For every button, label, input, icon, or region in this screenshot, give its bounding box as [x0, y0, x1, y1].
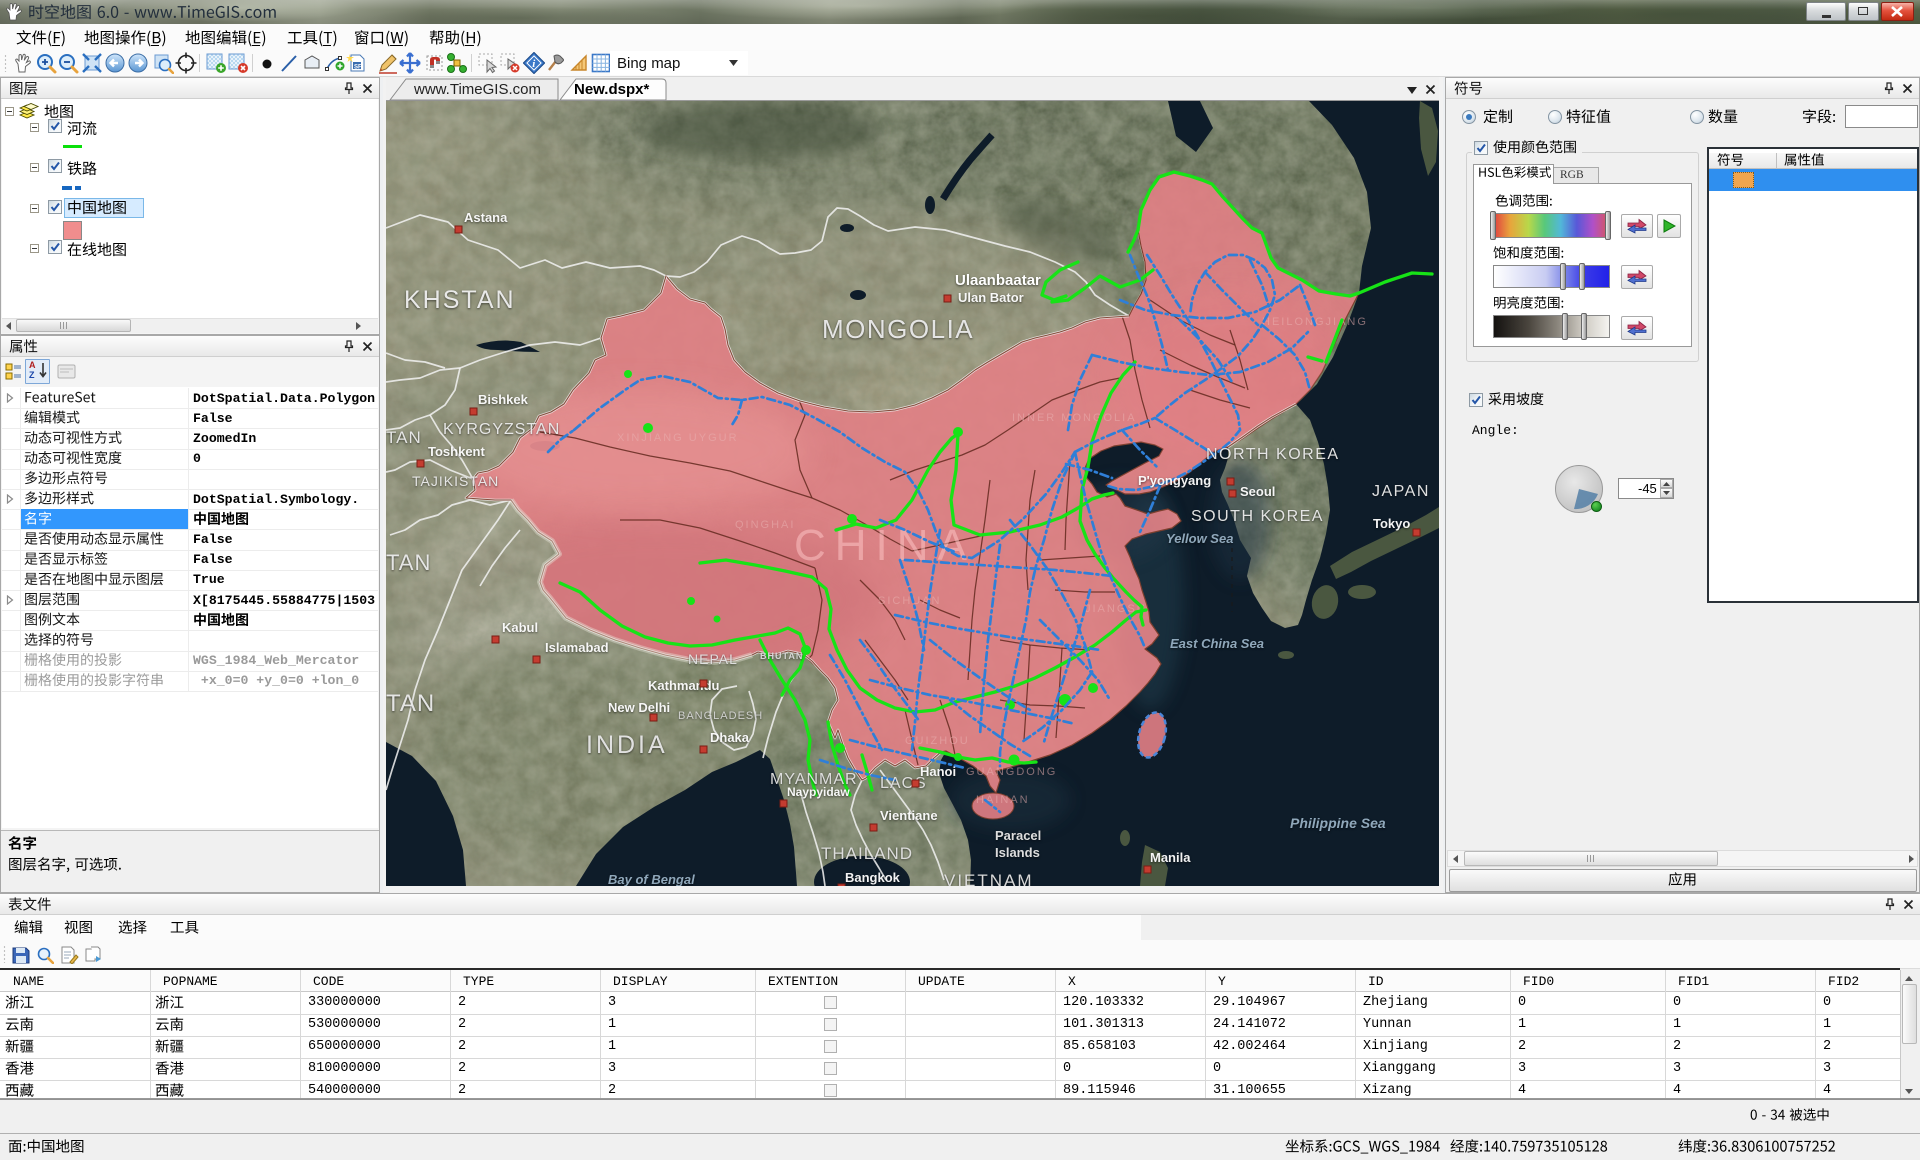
svg-text:THAILAND: THAILAND [821, 844, 913, 863]
svg-text:BHUTAN: BHUTAN [760, 651, 803, 661]
svg-text:Ulaanbaatar: Ulaanbaatar [955, 272, 1041, 289]
svg-text:TAJIKISTAN: TAJIKISTAN [412, 473, 499, 489]
svg-text:Dhaka: Dhaka [710, 730, 750, 745]
svg-text:INNER MONGOLIA: INNER MONGOLIA [1012, 412, 1137, 424]
svg-text:SF: SF [354, 65, 362, 71]
svg-text:GUIZHOU: GUIZHOU [905, 735, 970, 747]
svg-text:P'yongyang: P'yongyang [1138, 473, 1211, 488]
svg-text:GUANGDONG: GUANGDONG [966, 766, 1057, 778]
svg-text:TAN: TAN [386, 550, 431, 575]
svg-text:INDIA: INDIA [586, 731, 668, 759]
svg-text:Vientiane: Vientiane [880, 808, 938, 823]
svg-text:Philippine Sea: Philippine Sea [1290, 815, 1386, 831]
svg-text:Kabul: Kabul [502, 620, 538, 635]
svg-text:MONGOLIA: MONGOLIA [822, 314, 974, 344]
svg-text:Islamabad: Islamabad [545, 640, 609, 655]
svg-text:XINJIANG UYGUR: XINJIANG UYGUR [617, 432, 739, 444]
svg-text:Islands: Islands [995, 845, 1040, 860]
svg-text:SOUTH KOREA: SOUTH KOREA [1191, 508, 1324, 525]
svg-text:VIETNAM: VIETNAM [944, 871, 1034, 886]
svg-text:TAN: TAN [386, 690, 435, 717]
svg-text:Ulan Bator: Ulan Bator [958, 290, 1024, 305]
svg-text:NEPAL: NEPAL [688, 651, 738, 667]
svg-text:JAPAN: JAPAN [1372, 483, 1430, 500]
svg-text:East China Sea: East China Sea [1170, 636, 1264, 651]
svg-text:NORTH KOREA: NORTH KOREA [1206, 446, 1340, 463]
svg-text:Naypyidaw: Naypyidaw [787, 785, 850, 799]
svg-text:Paracel: Paracel [995, 828, 1041, 843]
svg-text:New Delhi: New Delhi [608, 700, 670, 715]
svg-text:QINGHAI: QINGHAI [735, 519, 795, 531]
svg-text:Bay of Bengal: Bay of Bengal [608, 872, 695, 886]
svg-text:KHSTAN: KHSTAN [404, 286, 516, 314]
svg-text:BANGLADESH: BANGLADESH [678, 710, 763, 722]
svg-text:Kathmandu: Kathmandu [648, 678, 720, 693]
svg-text:Hanoi: Hanoi [920, 764, 956, 779]
svg-text:Astana: Astana [464, 210, 508, 225]
svg-text:Toshkent: Toshkent [428, 444, 485, 459]
svg-text:Yellow Sea: Yellow Sea [1166, 531, 1233, 546]
svg-text:Bishkek: Bishkek [478, 392, 529, 407]
svg-text:SICHUAN: SICHUAN [878, 595, 942, 607]
svg-text:Manila: Manila [1150, 850, 1191, 865]
svg-text:TAN: TAN [386, 428, 422, 447]
svg-text:Bangkok: Bangkok [845, 870, 901, 885]
svg-text:Seoul: Seoul [1240, 484, 1275, 499]
svg-text:KYRGYZSTAN: KYRGYZSTAN [443, 421, 560, 438]
svg-text:Tokyo: Tokyo [1373, 516, 1410, 531]
